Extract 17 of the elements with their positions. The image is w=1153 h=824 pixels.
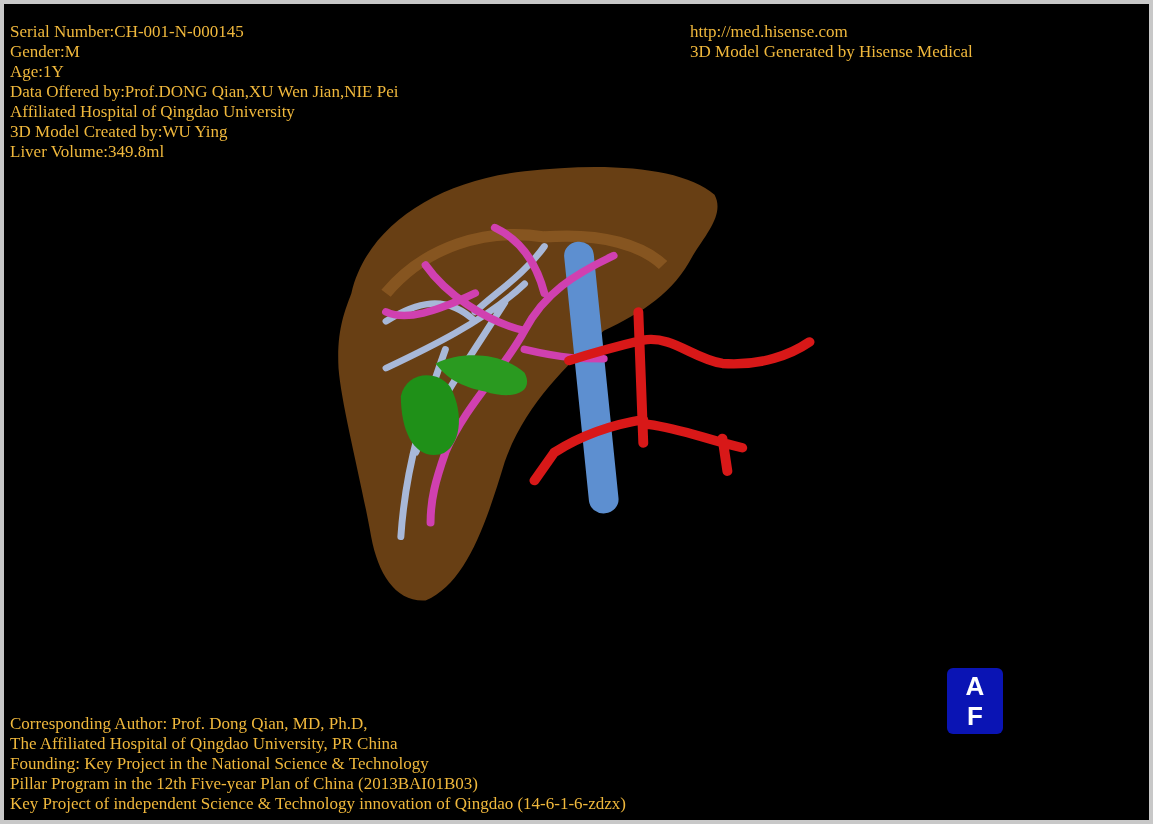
footer-line: The Affiliated Hospital of Qingdao University, PR China — [10, 734, 399, 754]
footer-line: Corresponding Author: Prof. Dong Qian, MD, Ph.D, — [10, 714, 369, 734]
info-line: Affiliated Hospital of Qingdao University — [10, 102, 296, 122]
info-line: Serial Number:CH-001-N-000145 — [10, 22, 245, 42]
footer-line: Founding: Key Project in the National Science & Technology — [10, 754, 430, 774]
info-line: Age:1Y — [10, 62, 65, 82]
cube-face-label: A — [965, 671, 985, 701]
info-line: Liver Volume:349.8ml — [10, 142, 166, 162]
credit-line: http://med.hisense.com — [690, 22, 849, 42]
orientation-cube[interactable]: A F — [947, 668, 1003, 734]
footer-line: Pillar Program in the 12th Five-year Plan of China (2013BAI01B03) — [10, 774, 479, 794]
footer-line: Key Project of independent Science & Technology innovation of Qingdao (14-6-1-6-zdzx) — [10, 794, 626, 814]
info-line: Data Offered by:Prof.DONG Qian,XU Wen Jian,NIE Pei — [10, 82, 400, 102]
cube-face-label: F — [967, 701, 983, 731]
credit-line: 3D Model Generated by Hisense Medical — [690, 42, 973, 62]
info-line: 3D Model Created by:WU Ying — [10, 122, 229, 142]
info-line: Gender:M — [10, 42, 81, 62]
